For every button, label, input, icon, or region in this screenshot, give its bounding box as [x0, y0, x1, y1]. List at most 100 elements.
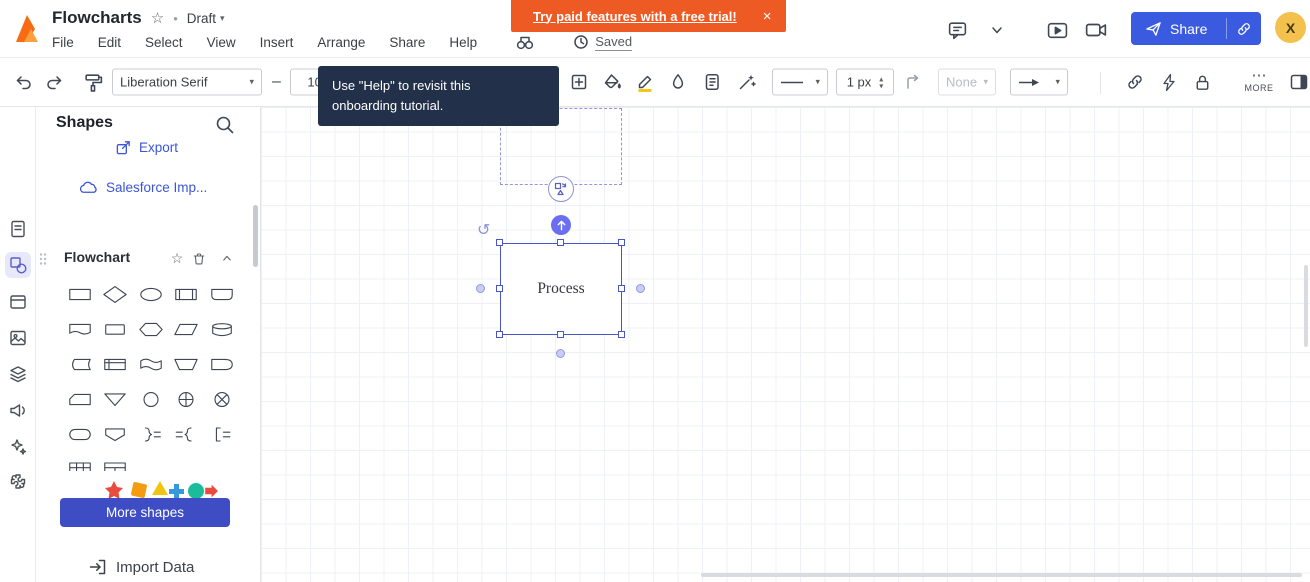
shape-table-header[interactable]	[98, 452, 134, 471]
horizontal-scrollbar[interactable]	[701, 573, 1302, 577]
collapse-section-icon[interactable]	[216, 247, 238, 269]
shapes-panel-icon[interactable]	[5, 252, 31, 278]
import-data-button[interactable]: Import Data	[88, 557, 194, 577]
font-family-select[interactable]: Liberation Serif ▾	[112, 69, 262, 96]
frames-panel-icon[interactable]	[5, 289, 31, 315]
more-shapes-button[interactable]: More shapes	[60, 498, 230, 527]
favorite-section-icon[interactable]: ☆	[166, 247, 188, 269]
line-start-select[interactable]: None ▾	[938, 69, 996, 96]
library-item-export[interactable]: Export	[115, 139, 178, 156]
hyperlink-icon[interactable]	[1122, 69, 1148, 95]
drawing-canvas[interactable]: ↺ Process	[261, 107, 1310, 582]
resize-handle-sw[interactable]	[496, 331, 503, 338]
share-button[interactable]: Share	[1131, 12, 1261, 45]
menu-view[interactable]: View	[207, 35, 236, 50]
connection-point-right[interactable]	[636, 284, 645, 293]
images-panel-icon[interactable]	[5, 325, 31, 351]
data-layers-icon[interactable]	[5, 361, 31, 387]
doc-status-dropdown[interactable]: Draft ▾	[187, 11, 225, 26]
banner-close-icon[interactable]: ×	[763, 8, 772, 25]
shape-card[interactable]	[62, 382, 98, 417]
menu-select[interactable]: Select	[145, 35, 183, 50]
feedback-megaphone-icon[interactable]	[5, 397, 31, 423]
menu-edit[interactable]: Edit	[98, 35, 121, 50]
notes-icon[interactable]	[699, 69, 725, 95]
magic-wand-icon[interactable]	[734, 69, 760, 95]
shape-document[interactable]	[62, 312, 98, 347]
remove-section-icon[interactable]	[188, 247, 210, 269]
video-camera-icon[interactable]	[1085, 19, 1107, 41]
drag-handle-icon[interactable]	[38, 252, 48, 266]
document-title[interactable]: Flowcharts	[52, 8, 142, 28]
shape-bracket-left[interactable]	[204, 417, 240, 452]
menu-insert[interactable]: Insert	[260, 35, 294, 50]
save-status[interactable]: Saved	[573, 34, 632, 51]
stepper-arrows[interactable]: ▴▾	[879, 75, 883, 89]
shape-stored-data[interactable]	[62, 347, 98, 382]
menu-share[interactable]: Share	[389, 35, 425, 50]
quick-actions-bolt-icon[interactable]	[1156, 69, 1182, 95]
trial-banner-link[interactable]: Try paid features with a free trial!	[533, 9, 737, 24]
magic-sparkles-icon[interactable]	[5, 433, 31, 459]
line-width-stepper[interactable]: 1 px ▴▾	[836, 69, 894, 96]
right-panel-toggle-icon[interactable]	[1286, 69, 1310, 95]
shape-or[interactable]	[169, 382, 205, 417]
shape-off-page-connector[interactable]	[98, 417, 134, 452]
fill-color-icon[interactable]	[599, 69, 625, 95]
shape-braces[interactable]	[169, 417, 205, 452]
resize-handle-ne[interactable]	[618, 239, 625, 246]
connector-style-icon[interactable]	[901, 69, 927, 95]
favorite-star-icon[interactable]: ☆	[151, 9, 164, 27]
shape-summing-junction[interactable]	[204, 382, 240, 417]
menu-arrange[interactable]: Arrange	[317, 35, 365, 50]
shape-preparation[interactable]	[133, 312, 169, 347]
shape-rectangle[interactable]	[98, 312, 134, 347]
connection-point-bottom[interactable]	[556, 349, 565, 358]
search-shapes-icon[interactable]	[214, 114, 236, 136]
opacity-droplet-icon[interactable]	[665, 69, 691, 95]
resize-handle-w[interactable]	[496, 285, 503, 292]
border-color-icon[interactable]	[632, 69, 658, 95]
chevron-down-icon[interactable]	[986, 19, 1008, 41]
shape-manual-operation[interactable]	[169, 347, 205, 382]
resize-handle-s[interactable]	[557, 331, 564, 338]
resize-handle-se[interactable]	[618, 331, 625, 338]
shape-decision[interactable]	[98, 277, 134, 312]
vertical-scrollbar[interactable]	[1304, 265, 1308, 347]
line-style-select[interactable]: ▾	[772, 69, 828, 96]
shape-tape[interactable]	[133, 347, 169, 382]
shape-brace-right[interactable]	[133, 417, 169, 452]
quick-connect-up-arrow[interactable]	[551, 215, 571, 235]
document-panel-icon[interactable]	[5, 216, 31, 242]
resize-handle-nw[interactable]	[496, 239, 503, 246]
library-item-salesforce[interactable]: Salesforce Imp...	[78, 179, 207, 195]
shape-display[interactable]	[204, 277, 240, 312]
shape-table[interactable]	[62, 452, 98, 471]
font-size-decrease-button[interactable]: –	[272, 73, 281, 91]
user-avatar[interactable]: X	[1275, 12, 1306, 43]
resize-handle-e[interactable]	[618, 285, 625, 292]
present-icon[interactable]	[1046, 19, 1068, 41]
connection-point-left[interactable]	[476, 284, 485, 293]
comments-icon[interactable]	[946, 19, 968, 41]
menu-help[interactable]: Help	[449, 35, 477, 50]
shape-merge[interactable]	[98, 382, 134, 417]
format-painter-icon[interactable]	[80, 69, 106, 95]
shape-terminator[interactable]	[133, 277, 169, 312]
shape-alternate-process[interactable]	[62, 417, 98, 452]
panel-scrollbar-thumb[interactable]	[253, 205, 258, 267]
resize-handle-n[interactable]	[557, 239, 564, 246]
lock-icon[interactable]	[1189, 69, 1215, 95]
rotate-handle-icon[interactable]: ↺	[477, 220, 490, 240]
more-tools-button[interactable]: ⋯ MORE	[1238, 70, 1280, 94]
shape-options-badge[interactable]	[548, 176, 574, 202]
shape-delay[interactable]	[204, 347, 240, 382]
redo-button[interactable]	[42, 69, 68, 95]
shape-database[interactable]	[204, 312, 240, 347]
line-end-select[interactable]: ▾	[1010, 69, 1068, 96]
shape-predefined-process[interactable]	[169, 277, 205, 312]
process-shape[interactable]: Process	[500, 243, 622, 335]
shape-internal-storage[interactable]	[98, 347, 134, 382]
copy-link-icon[interactable]	[1227, 21, 1261, 37]
shape-connector[interactable]	[133, 382, 169, 417]
